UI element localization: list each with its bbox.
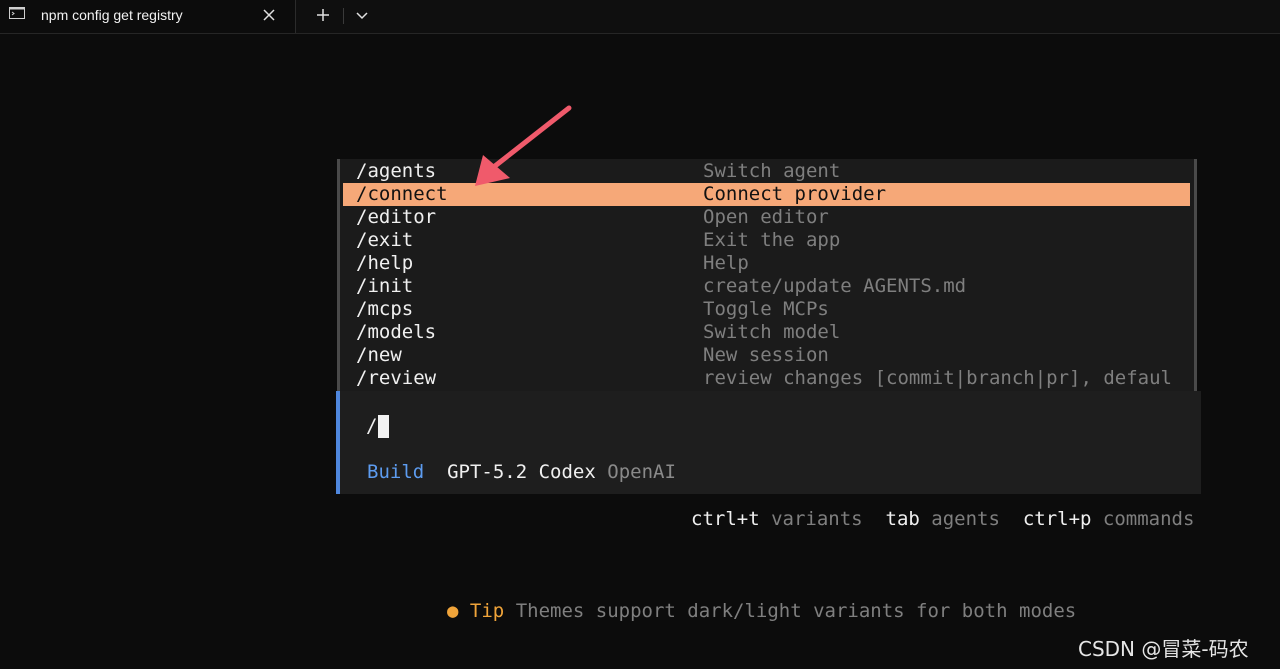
command-name: /exit [356,229,414,251]
command-menu-border-left [337,159,340,391]
command-description: Open editor [703,206,829,228]
command-description: create/update AGENTS.md [703,275,967,297]
hint-label: agents [931,508,1000,530]
tip-label: Tip [469,600,505,622]
command-item[interactable]: /exit Exit the app [343,229,1190,252]
keyboard-hints: ctrl+t variants tab agents ctrl+p comman… [691,507,1194,531]
hint-label: variants [771,508,863,530]
command-name: /connect [356,183,448,205]
command-item[interactable]: /help Help [343,252,1190,275]
command-name: /init [356,275,414,297]
chevron-down-icon[interactable] [350,4,374,26]
tip-line: ● Tip Themes support dark/light variants… [447,599,1076,623]
command-item[interactable]: /init create/update AGENTS.md [343,275,1190,298]
command-description: Connect provider [703,183,887,205]
command-description: Switch model [703,321,841,343]
prompt-input-value[interactable]: / [366,414,377,438]
terminal-icon [9,7,25,19]
command-menu-scrollbar[interactable] [1194,159,1197,391]
toolbar-divider [343,8,344,24]
provider-name: OpenAI [607,461,676,483]
command-description: Exit the app [703,229,841,251]
command-description: Switch agent [703,160,841,182]
hint-label: commands [1102,508,1195,530]
model-name[interactable]: GPT-5.2 Codex [447,461,596,483]
command-description: Toggle MCPs [703,298,829,320]
hint-key: ctrl+t [691,508,760,530]
close-icon[interactable] [258,4,280,26]
hint-key: tab [885,508,920,530]
command-name: /review [356,367,437,389]
tip-bullet-icon: ● [447,600,459,622]
tab-bar-border [0,33,1280,34]
command-item[interactable]: /new New session [343,344,1190,367]
prompt-input-accent [336,391,340,494]
arrow-annotation-icon [475,105,572,186]
command-description: Help [703,252,749,274]
command-name: /models [356,321,437,343]
command-name: /new [356,344,402,366]
command-item[interactable]: /mcps Toggle MCPs [343,298,1190,321]
tab-bar: npm config get registry [0,0,1280,34]
command-description: New session [703,344,829,366]
command-item[interactable]: /models Switch model [343,321,1190,344]
agent-status-line: Build GPT-5.2 Codex OpenAI [367,460,676,484]
plus-icon[interactable] [311,4,335,26]
command-name: /editor [356,206,437,228]
hint-key: ctrl+p [1022,508,1092,530]
agent-name[interactable]: Build [367,461,424,483]
command-name: /help [356,252,414,274]
tab-title: npm config get registry [41,7,183,23]
watermark: CSDN @冒菜-码农 [1078,637,1249,661]
terminal-tab[interactable]: npm config get registry [0,0,296,34]
command-name: /mcps [356,298,414,320]
command-description: review changes [commit|branch|pr], defau… [703,367,1172,389]
text-cursor [378,415,389,438]
command-name: /agents [356,160,437,182]
command-item[interactable]: /editor Open editor [343,206,1190,229]
tip-text: Themes support dark/light variants for b… [515,600,1077,622]
command-item[interactable]: /review review changes [commit|branch|pr… [343,367,1190,390]
